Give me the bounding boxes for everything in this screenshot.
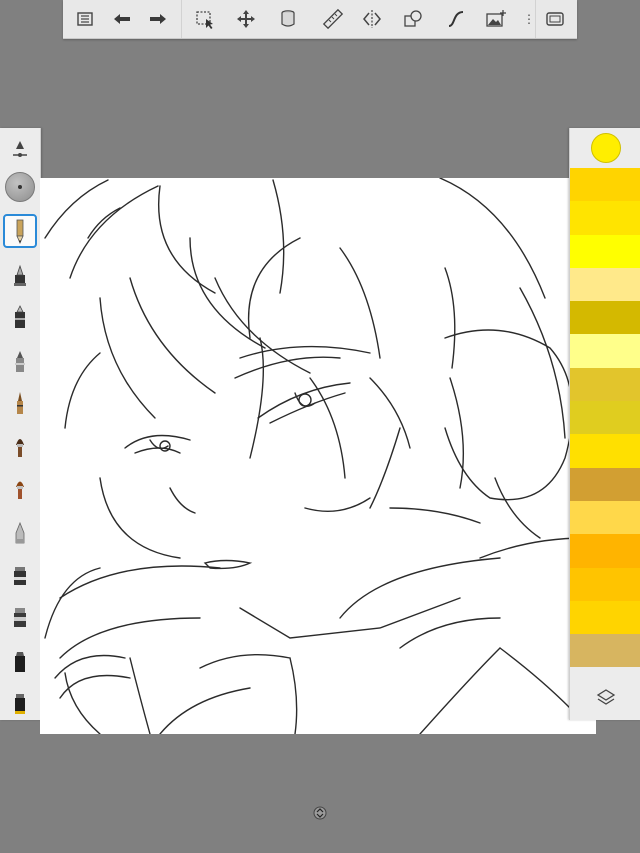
fullscreen-icon[interactable] xyxy=(540,4,570,34)
redo-icon[interactable] xyxy=(143,4,173,34)
color-swatch[interactable] xyxy=(570,267,640,302)
inkpen-icon[interactable] xyxy=(3,258,37,292)
more-tools-indicator[interactable]: ⋮ xyxy=(523,4,535,34)
ballpoint-pen-icon[interactable] xyxy=(3,386,37,420)
transform-icon[interactable] xyxy=(231,4,261,34)
brush-size-opacity-icon[interactable] xyxy=(3,132,37,166)
pencil-icon[interactable] xyxy=(3,214,37,248)
curve-icon[interactable] xyxy=(441,4,471,34)
brush-size-puck[interactable] xyxy=(3,170,37,204)
color-swatch[interactable] xyxy=(570,634,640,668)
menu-list-icon[interactable] xyxy=(70,4,100,34)
color-swatch[interactable] xyxy=(570,434,640,468)
watercolor-brush-icon[interactable] xyxy=(3,470,37,504)
ruler-icon[interactable] xyxy=(318,4,348,34)
color-swatch[interactable] xyxy=(570,534,640,568)
eraser-icon[interactable] xyxy=(3,600,37,634)
color-swatch[interactable] xyxy=(570,168,640,202)
color-swatch[interactable] xyxy=(570,234,640,268)
drawing-canvas[interactable] xyxy=(40,178,596,734)
sketch-drawing xyxy=(44,178,586,734)
flat-brush-icon[interactable] xyxy=(3,686,37,720)
color-swatch[interactable] xyxy=(570,401,640,435)
chisel-marker-icon[interactable] xyxy=(3,644,37,678)
current-color-puck[interactable] xyxy=(591,133,621,163)
undo-icon[interactable] xyxy=(107,4,137,34)
color-swatches xyxy=(570,168,640,668)
color-swatch[interactable] xyxy=(570,567,640,601)
add-image-icon[interactable] xyxy=(481,4,511,34)
reset-view-icon[interactable] xyxy=(313,806,327,820)
top-toolbar: ⋮ xyxy=(63,0,577,39)
brush-palette xyxy=(0,128,41,720)
color-swatch[interactable] xyxy=(570,500,640,535)
toolbar-divider xyxy=(181,0,182,38)
airbrush-icon[interactable] xyxy=(3,516,37,550)
color-swatch[interactable] xyxy=(570,334,640,368)
fill-bucket-icon[interactable] xyxy=(273,4,303,34)
marker-icon[interactable] xyxy=(3,344,37,378)
paintbrush-icon[interactable] xyxy=(3,428,37,462)
selection-icon[interactable] xyxy=(190,4,220,34)
color-swatch[interactable] xyxy=(570,367,640,402)
color-palette xyxy=(569,128,640,720)
symmetry-icon[interactable] xyxy=(357,4,387,34)
color-swatch[interactable] xyxy=(570,201,640,235)
smudge-icon[interactable] xyxy=(3,558,37,592)
color-swatch[interactable] xyxy=(570,301,640,335)
color-swatch[interactable] xyxy=(570,467,640,501)
shapes-icon[interactable] xyxy=(398,4,428,34)
color-swatch[interactable] xyxy=(570,600,640,635)
toolbar-divider xyxy=(535,0,536,38)
technical-pen-icon[interactable] xyxy=(3,301,37,335)
layers-icon[interactable] xyxy=(591,682,621,712)
